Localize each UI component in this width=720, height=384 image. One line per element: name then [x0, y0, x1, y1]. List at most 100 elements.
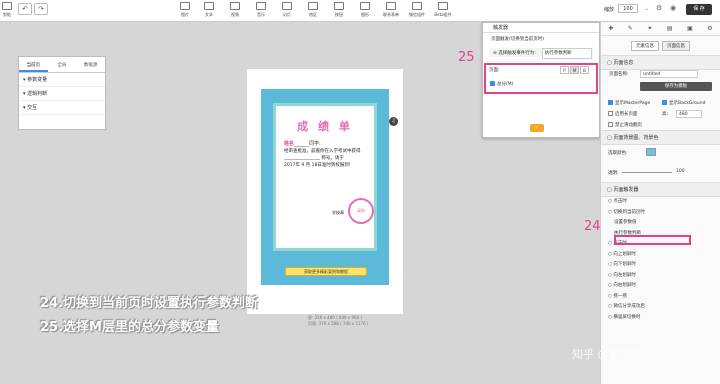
toolbar-wechat[interactable]: 微信组件	[404, 2, 430, 18]
toolbar-form[interactable]: 联系表单	[378, 2, 404, 18]
action-select[interactable]: 执行参数判断	[541, 48, 592, 59]
opt-background[interactable]: 显示BackGround	[662, 100, 705, 106]
trigger-item[interactable]: ○ 向下划屏时	[608, 260, 645, 271]
preview-icon[interactable]: ◉	[670, 4, 676, 12]
opt-master[interactable]: 显示MasterPage	[608, 100, 650, 106]
section-interaction[interactable]: ▾ 交互	[19, 101, 105, 115]
highlight-box-24	[614, 235, 691, 245]
trigger-item[interactable]: ○ 摇一摇	[608, 292, 645, 303]
image-icon	[180, 2, 190, 10]
button-icon	[334, 2, 344, 10]
color-swatch[interactable]	[646, 148, 656, 156]
phone-canvas[interactable]: 成 绩 单 姓名______同学: 经审查批准，兹嘉你在入学考试中获得 ____…	[247, 69, 403, 314]
checkbox-empty-icon	[608, 111, 613, 116]
save-template-button[interactable]: 保存为模板	[640, 82, 712, 91]
layer-b-button[interactable]: B	[580, 66, 589, 74]
trigger-item[interactable]: ○ 点击时	[608, 197, 645, 208]
music-icon[interactable]: ♫	[389, 117, 398, 126]
annotation-number-25: 25	[458, 50, 475, 65]
confirm-button[interactable]: ✓	[530, 124, 544, 132]
toolbar-video[interactable]: 视频	[222, 2, 248, 18]
toolbar-music[interactable]: 音乐	[248, 2, 274, 18]
chevron-down-icon[interactable]: ⌄	[644, 5, 649, 12]
section-logic[interactable]: ▾ 逻辑判断	[19, 87, 105, 101]
layers-icon[interactable]: ▤	[667, 25, 673, 32]
opt-disable-scroll[interactable]: 禁止滑动翻页	[608, 122, 642, 128]
music-icon	[256, 2, 266, 10]
certificate-body: 经审查批准，兹嘉你在入学考试中获得 ________________ 称号。请于…	[284, 149, 361, 168]
bg-color-label: 选取颜色:	[608, 151, 628, 156]
zoom-input[interactable]: 100	[618, 4, 638, 13]
settings-icon[interactable]: ⚙	[656, 4, 662, 12]
dialog-title: 触发器	[483, 23, 599, 33]
checkbox-icon	[490, 81, 495, 86]
opacity-value[interactable]: 100	[676, 169, 685, 174]
toolbar-hotspot[interactable]: 热区	[300, 2, 326, 18]
more-tutorials-button[interactable]: 获取更多精彩案例和教程	[285, 267, 367, 276]
page-layer-buttons: P M B	[560, 66, 589, 74]
section-variables[interactable]: ▾ 参数变量	[19, 73, 105, 87]
tab-element-info[interactable]: 元素信息	[631, 41, 659, 51]
trigger-item[interactable]: ○ 微信分享成功后	[608, 302, 645, 313]
trigger-item[interactable]: ○ 向上划屏时	[608, 250, 645, 261]
page-info-section[interactable]: ▢ 页面信息	[601, 55, 720, 70]
opt-long-page[interactable]: 启用长页面	[608, 111, 638, 117]
slides-icon	[282, 2, 292, 10]
right-panel-icons: ✚ ✎ ✦ ▤ ▣ ⚙	[601, 22, 720, 36]
trigger-item[interactable]: ○ 向左划屏时	[608, 271, 645, 282]
trigger-item[interactable]: 设置参数值	[608, 218, 645, 229]
page-name-input[interactable]: untitled	[640, 70, 698, 78]
left-panel-tabs: 当前页 全局 数据源	[19, 61, 105, 73]
trigger-section[interactable]: ▢ 页面触发器	[601, 182, 720, 197]
stamp: 录取	[348, 198, 374, 224]
undo-button[interactable]: ↶	[18, 3, 32, 15]
checkbox-checked-icon	[662, 100, 667, 105]
page-label: 页面:	[489, 68, 500, 73]
tab-page-info[interactable]: 页面信息	[662, 41, 690, 51]
toolbar-shape[interactable]: 图形	[352, 2, 378, 18]
toolbar-image[interactable]: 图片	[172, 2, 198, 18]
canvas-dimensions: 屏: 320 x 480 ( 640 x 960 ) 页面: 370 x 588…	[308, 315, 369, 326]
toolbar-text[interactable]: 文本	[196, 2, 222, 18]
total-score-checkbox[interactable]: 总分(M)	[490, 81, 513, 87]
opacity-slider[interactable]	[622, 172, 672, 173]
checkbox-empty-icon	[608, 122, 613, 127]
document-icon[interactable]: ▣	[687, 25, 693, 32]
trigger-list: ○ 点击时 ○ 切换到当前页时 设置参数值 执行参数判断 ○ 双击时 ○ 向上划…	[608, 197, 645, 323]
zoom-label: 缩放	[604, 7, 615, 13]
opacity-label: 透明:	[608, 171, 619, 176]
layer-p-button[interactable]: P	[560, 66, 569, 74]
layer-m-button[interactable]: M	[570, 66, 579, 74]
toolbar-slides[interactable]: 幻灯	[274, 2, 300, 18]
tab-datasource[interactable]: 数据源	[76, 61, 105, 72]
layout-icon[interactable]: ✚	[608, 25, 613, 32]
info-tabs: 元素信息 页面信息	[601, 41, 720, 51]
checkbox-checked-icon	[608, 100, 613, 105]
watermark: 知乎 @言之慎	[572, 348, 642, 361]
trigger-item[interactable]: ○ 向右划屏时	[608, 281, 645, 292]
cut-icon	[2, 2, 12, 10]
annotation-number-24: 24	[584, 219, 601, 234]
action-row: ⊖ 选择触发事件行为: 执行参数判断	[489, 48, 593, 59]
animation-icon[interactable]: ✦	[647, 25, 652, 32]
caption-step-25: 25.选择M层里的总分参数变量	[40, 320, 219, 335]
certificate-background: 成 绩 单 姓名______同学: 经审查批准，兹嘉你在入学考试中获得 ____…	[261, 89, 398, 285]
text-icon	[204, 2, 214, 10]
tab-global[interactable]: 全局	[48, 61, 77, 72]
certificate-card[interactable]: 成 绩 单 姓名______同学: 经审查批准，兹嘉你在入学考试中获得 ____…	[273, 103, 377, 251]
left-panel: 当前页 全局 数据源 ▾ 参数变量 ▾ 逻辑判断 ▾ 交互	[18, 56, 106, 130]
trigger-item[interactable]: ○ 横竖屏切换时	[608, 313, 645, 324]
style-icon[interactable]: ✎	[628, 25, 633, 32]
toolbar-button[interactable]: 按钮	[326, 2, 352, 18]
toolbar-beta[interactable]: Beta组件	[430, 2, 456, 18]
beta-icon	[438, 2, 448, 10]
trigger-item[interactable]: ○ 切换到当前页时	[608, 208, 645, 219]
height-input[interactable]: 480	[676, 110, 702, 118]
background-section[interactable]: ▢ 页面背景图、背景色	[601, 130, 720, 145]
redo-button[interactable]: ↷	[34, 3, 48, 15]
save-button[interactable]: 保 存	[686, 4, 712, 15]
cut-button[interactable]: 剪贴	[0, 2, 14, 18]
gear-icon[interactable]: ⚙	[707, 25, 712, 32]
caption-step-24: 24.切换到当前页时设置执行参数判断	[40, 296, 259, 311]
tab-current-page[interactable]: 当前页	[19, 61, 48, 72]
